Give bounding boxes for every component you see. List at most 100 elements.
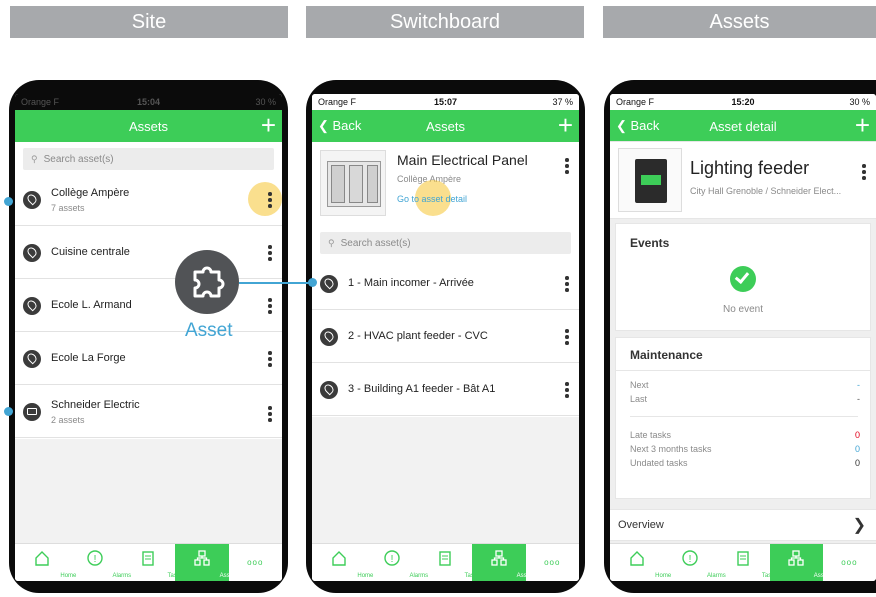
alarm-icon: ! [87, 550, 103, 566]
search-icon: ⚲ [328, 237, 335, 248]
tab-tasks[interactable]: Tasks [716, 544, 777, 581]
next3-label: Next 3 months tasks [630, 444, 712, 454]
more-menu-icon[interactable] [862, 164, 866, 182]
asset-callout-bubble [175, 250, 239, 314]
site-navbar: Assets + [15, 110, 282, 142]
tab-more[interactable]: ooo [229, 544, 282, 581]
header-assets: Assets [603, 6, 876, 38]
asset-path: City Hall Grenoble / Schneider Elect... [690, 186, 842, 196]
search-input[interactable]: ⚲ Search asset(s) [23, 148, 274, 170]
connector-dot [308, 278, 317, 287]
asset-header-card: Lighting feeder City Hall Grenoble / Sch… [610, 142, 876, 218]
tab-bar: Home ! Alarms Tasks Assets ooo [312, 543, 579, 581]
add-button[interactable]: + [261, 111, 276, 139]
phone-switchboard: Orange F 15:07 37 % ❮ Back Assets + Main… [306, 80, 585, 593]
list-item[interactable]: Cuisine centrale [15, 227, 282, 279]
clock: 15:20 [731, 97, 755, 107]
tab-more[interactable]: ooo [526, 544, 579, 581]
status-bar: Orange F 15:07 37 % [312, 94, 579, 110]
tab-more[interactable]: ooo [823, 544, 876, 581]
add-button[interactable]: + [558, 111, 573, 139]
folder-icon [23, 403, 41, 421]
item-label: Ecole L. Armand [51, 299, 132, 311]
tab-home[interactable]: Home [610, 544, 671, 581]
tab-assets[interactable]: Assets [472, 544, 535, 581]
item-label: 2 - HVAC plant feeder - CVC [348, 330, 488, 342]
asset-thumbnail [618, 148, 682, 212]
check-icon [730, 266, 756, 292]
header-switchboard: Switchboard [306, 6, 584, 38]
overview-row[interactable]: Overview ❯ [610, 510, 876, 540]
tasks-icon [439, 551, 452, 566]
late-tasks-value: 0 [854, 430, 860, 440]
status-bar: Orange F 15:04 30 % [15, 94, 282, 110]
item-sub: 7 assets [51, 203, 85, 213]
alarm-icon: ! [682, 550, 698, 566]
switchboard-navbar: ❮ Back Assets + [312, 110, 579, 142]
tab-tasks[interactable]: Tasks [419, 544, 480, 581]
panel-name: Main Electrical Panel [397, 152, 528, 168]
list-item[interactable]: 3 - Building A1 feeder - Bât A1 [312, 364, 579, 416]
add-button[interactable]: + [855, 111, 870, 139]
switchboard-screen: Orange F 15:07 37 % ❮ Back Assets + Main… [312, 94, 579, 581]
item-label: Collège Ampère [51, 187, 130, 199]
location-pin-icon [23, 244, 41, 262]
list-item[interactable]: Collège Ampère 7 assets [15, 174, 282, 226]
more-menu-icon[interactable] [565, 158, 569, 176]
events-card: Events No event [616, 224, 870, 330]
more-menu-icon[interactable] [565, 382, 569, 400]
home-icon [331, 551, 346, 566]
tab-alarms[interactable]: ! Alarms [663, 544, 726, 581]
detail-navbar: ❮ Back Asset detail + [610, 110, 876, 142]
item-sub: 2 assets [51, 415, 85, 425]
no-event-text: No event [722, 304, 764, 315]
more-menu-icon[interactable] [268, 351, 272, 369]
last-value: - [857, 394, 860, 404]
list-item[interactable]: 2 - HVAC plant feeder - CVC [312, 311, 579, 363]
more-menu-icon[interactable] [268, 406, 272, 424]
puzzle-icon [193, 266, 225, 298]
tab-bar: Home ! Alarms Tasks Assets ooo [15, 543, 282, 581]
clock: 15:04 [136, 97, 161, 107]
home-icon [34, 551, 49, 566]
tab-alarms[interactable]: ! Alarms [365, 544, 428, 581]
tab-tasks[interactable]: Tasks [122, 544, 183, 581]
tab-alarms[interactable]: ! Alarms [68, 544, 131, 581]
header-site: Site [10, 6, 288, 38]
list-item[interactable]: Ecole L. Armand [15, 280, 282, 332]
site-screen: Orange F 15:04 30 % Assets + ⚲ Search as… [15, 94, 282, 581]
list-background [15, 439, 282, 543]
undated-value: 0 [854, 458, 860, 468]
assets-icon [194, 550, 210, 566]
more-menu-icon[interactable] [565, 329, 569, 347]
svg-text:!: ! [94, 554, 97, 565]
list-item[interactable]: Ecole La Forge [15, 333, 282, 385]
asset-name: Lighting feeder [690, 158, 810, 178]
tab-home[interactable]: Home [15, 544, 76, 581]
list-item[interactable]: Schneider Electric 2 assets [15, 386, 282, 438]
tab-assets[interactable]: Assets [769, 544, 832, 581]
more-icon: ooo [841, 558, 858, 567]
asset-callout-label: Asset [185, 320, 233, 341]
more-menu-icon[interactable] [565, 276, 569, 294]
asset-puzzle-icon [320, 328, 338, 346]
item-label: Schneider Electric [51, 399, 140, 411]
asset-puzzle-icon [320, 275, 338, 293]
asset-puzzle-icon [320, 381, 338, 399]
more-menu-icon[interactable] [268, 192, 272, 210]
battery: 30 % [255, 97, 276, 107]
search-icon: ⚲ [31, 153, 38, 164]
page-title: Assets [128, 119, 168, 134]
search-input[interactable]: ⚲ Search asset(s) [320, 232, 571, 254]
tab-assets[interactable]: Assets [175, 544, 238, 581]
next-label: Next [630, 380, 649, 390]
last-label: Last [630, 394, 648, 404]
battery: 37 % [552, 97, 573, 107]
asset-detail-link[interactable]: Go to asset detail [397, 194, 467, 204]
more-menu-icon[interactable] [268, 245, 272, 263]
tab-home[interactable]: Home [312, 544, 373, 581]
list-item[interactable]: 1 - Main incomer - Arrivée [312, 258, 579, 310]
connector-line [239, 282, 313, 284]
more-menu-icon[interactable] [268, 298, 272, 316]
next3-value: 0 [854, 444, 860, 454]
